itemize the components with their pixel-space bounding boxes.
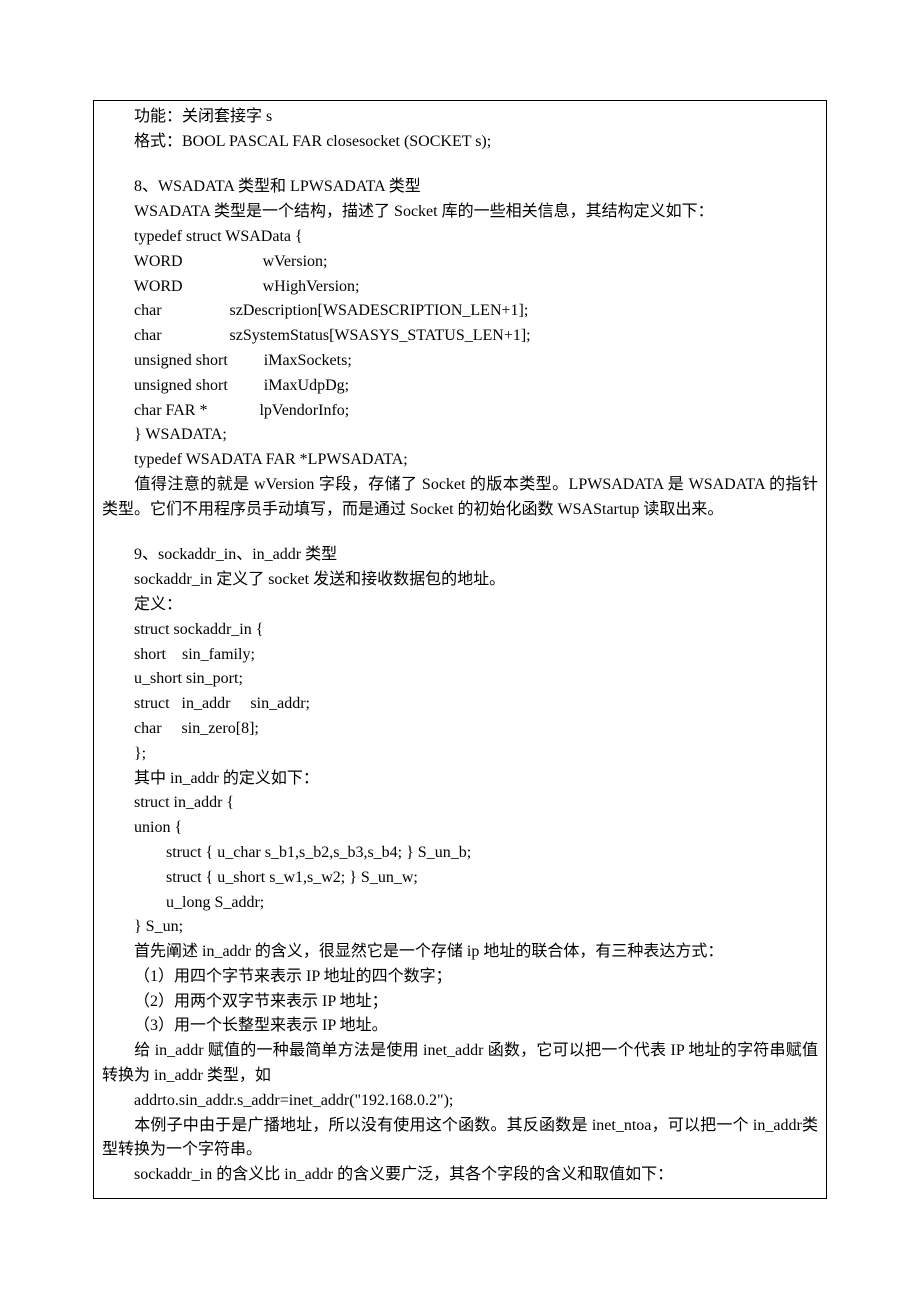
code-line: };: [102, 742, 818, 767]
list-item: （2）用两个双字节来表示 IP 地址；: [102, 990, 818, 1015]
list-item: （3）用一个长整型来表示 IP 地址。: [102, 1014, 818, 1039]
section-heading: 9、sockaddr_in、in_addr 类型: [102, 543, 818, 568]
text-span: 给 in_addr 赋值的一种最简单方法是使用 inet_addr 函数，它可以…: [102, 1042, 818, 1084]
paragraph: 给 in_addr 赋值的一种最简单方法是使用 inet_addr 函数，它可以…: [102, 1039, 818, 1089]
document-cell: 功能：关闭套接字 s 格式：BOOL PASCAL FAR closesocke…: [93, 100, 827, 1199]
list-item: （1）用四个字节来表示 IP 地址的四个数字；: [102, 965, 818, 990]
code-block: union { struct { u_char s_b1,s_b2,s_b3,s…: [102, 816, 818, 940]
code-line: } WSADATA;: [102, 423, 818, 448]
text-span: 值得注意的就是 wVersion 字段，存储了 Socket 的版本类型。LPW…: [102, 476, 818, 518]
code-block: WORD wVersion; WORD wHighVersion; char s…: [102, 250, 818, 424]
paragraph: 本例子中由于是广播地址，所以没有使用这个函数。其反函数是 inet_ntoa，可…: [102, 1114, 818, 1164]
text-line: 功能：关闭套接字 s: [102, 105, 818, 130]
blank-line: [102, 523, 818, 544]
code-line: typedef WSADATA FAR *LPWSADATA;: [102, 448, 818, 473]
code-line: typedef struct WSAData {: [102, 225, 818, 250]
text-line: 定义：: [102, 593, 818, 618]
code-line: struct sockaddr_in {: [102, 618, 818, 643]
text-line: 格式：BOOL PASCAL FAR closesocket (SOCKET s…: [102, 130, 818, 155]
blank-line: [102, 155, 818, 176]
code-line: addrto.sin_addr.s_addr=inet_addr("192.16…: [102, 1089, 818, 1114]
paragraph: 值得注意的就是 wVersion 字段，存储了 Socket 的版本类型。LPW…: [102, 473, 818, 523]
code-line: struct in_addr {: [102, 791, 818, 816]
text-span: 本例子中由于是广播地址，所以没有使用这个函数。其反函数是 inet_ntoa，可…: [102, 1117, 818, 1159]
text-line: 首先阐述 in_addr 的含义，很显然它是一个存储 ip 地址的联合体，有三种…: [102, 940, 818, 965]
text-line: 其中 in_addr 的定义如下：: [102, 767, 818, 792]
section-heading: 8、WSADATA 类型和 LPWSADATA 类型: [102, 175, 818, 200]
text-line: WSADATA 类型是一个结构，描述了 Socket 库的一些相关信息，其结构定…: [102, 200, 818, 225]
text-line: sockaddr_in 定义了 socket 发送和接收数据包的地址。: [102, 568, 818, 593]
page: 功能：关闭套接字 s 格式：BOOL PASCAL FAR closesocke…: [0, 0, 920, 1302]
text-line: sockaddr_in 的含义比 in_addr 的含义要广泛，其各个字段的含义…: [102, 1163, 818, 1188]
code-block: short sin_family; u_short sin_port; stru…: [102, 643, 818, 742]
